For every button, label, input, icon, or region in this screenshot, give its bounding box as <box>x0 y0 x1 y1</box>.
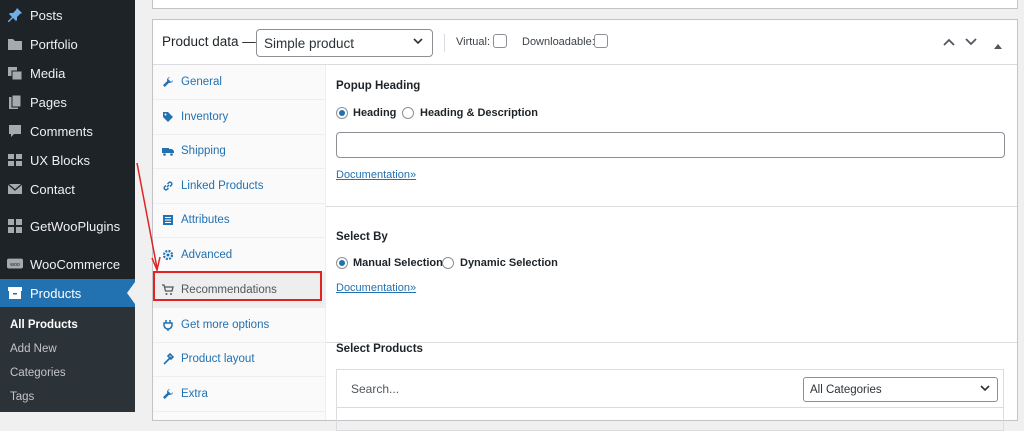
annotation-arrow-icon <box>136 162 161 273</box>
